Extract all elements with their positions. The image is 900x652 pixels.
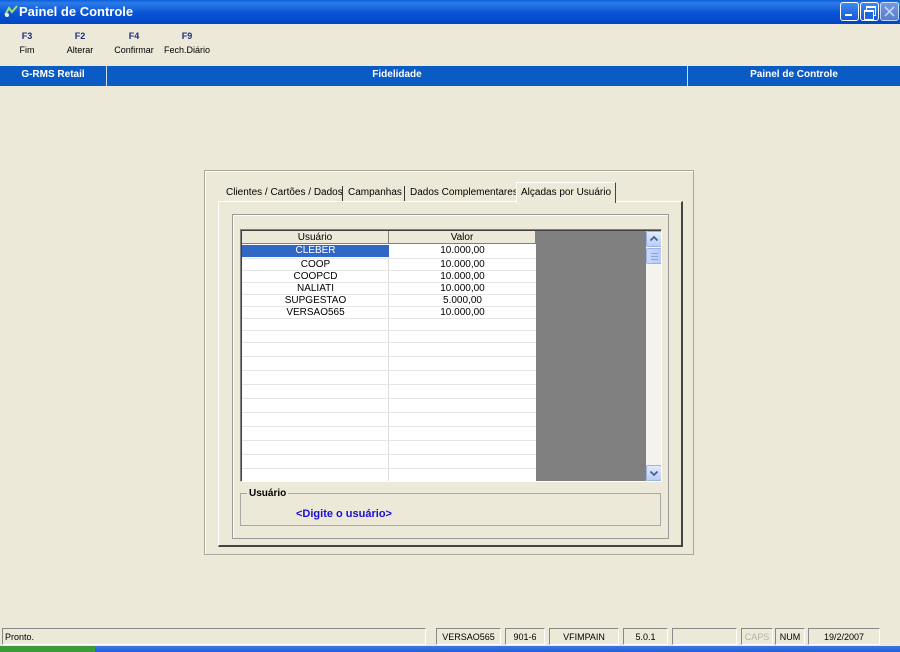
- function-key-toolbar: F3 Fim F2 Alterar F4 Confirmar F9 Fech.D…: [0, 24, 900, 66]
- table-row[interactable]: COOP 10.000,00: [242, 259, 536, 271]
- chevron-down-icon: [649, 470, 659, 477]
- cell-usuario[interactable]: COOPCD: [242, 271, 389, 283]
- cell-valor[interactable]: 10.000,00: [389, 307, 536, 319]
- table-row[interactable]: CLEBER 10.000,00: [242, 245, 536, 257]
- grid-vertical-scrollbar[interactable]: [646, 231, 661, 481]
- restore-button[interactable]: [860, 2, 879, 21]
- f3-action-label: Fim: [19, 45, 35, 55]
- minimize-button[interactable]: [840, 2, 859, 21]
- table-row[interactable]: COOPCD 10.000,00: [242, 271, 536, 283]
- f2-alterar-button[interactable]: F2 Alterar: [64, 31, 96, 55]
- status-empty: [672, 628, 737, 645]
- status-version: 5.0.1: [623, 628, 668, 645]
- f3-key-label: F3: [21, 31, 33, 41]
- scroll-up-button[interactable]: [646, 231, 661, 247]
- table-row[interactable]: NALIATI 10.000,00: [242, 283, 536, 295]
- cell-valor[interactable]: 10.000,00: [389, 271, 536, 283]
- column-header-usuario[interactable]: Usuário: [242, 231, 389, 244]
- table-row[interactable]: VERSAO565 10.000,00: [242, 307, 536, 319]
- taskbar: [0, 646, 900, 652]
- cell-usuario[interactable]: SUPGESTAO: [242, 295, 389, 307]
- f2-action-label: Alterar: [66, 45, 94, 55]
- f2-key-label: F2: [74, 31, 86, 41]
- f4-confirmar-button[interactable]: F4 Confirmar: [111, 31, 157, 55]
- cell-valor[interactable]: 5.000,00: [389, 295, 536, 307]
- tab-dados-complementares[interactable]: Dados Complementares: [410, 184, 518, 202]
- alcadas-grid[interactable]: Usuário Valor CLEBER 10.000,00 COOP 10.0…: [240, 229, 662, 482]
- tab-alcadas-por-usuario[interactable]: Alçadas por Usuário: [516, 182, 617, 203]
- f3-fim-button[interactable]: F3 Fim: [17, 31, 37, 55]
- minimize-icon: [845, 14, 852, 16]
- cell-valor[interactable]: 10.000,00: [389, 259, 536, 271]
- cell-usuario[interactable]: NALIATI: [242, 283, 389, 295]
- status-num: NUM: [775, 628, 805, 645]
- start-button[interactable]: [0, 646, 95, 652]
- header-screen: Painel de Controle: [750, 69, 838, 80]
- status-bar: Pronto. VERSAO565 901-6 VFIMPAIN 5.0.1 C…: [0, 626, 900, 646]
- header-module: Fidelidade: [372, 69, 422, 80]
- app-icon: [4, 5, 18, 17]
- close-button[interactable]: [880, 2, 899, 21]
- tab-campanhas[interactable]: Campanhas: [348, 184, 402, 202]
- f9-action-label: Fech.Diário: [163, 45, 210, 55]
- user-groupbox-label: Usuário: [247, 488, 289, 499]
- scroll-thumb[interactable]: [646, 248, 661, 264]
- status-message: Pronto.: [2, 628, 426, 645]
- f4-action-label: Confirmar: [114, 45, 154, 55]
- status-store: 901-6: [505, 628, 545, 645]
- grid-header: Usuário Valor: [242, 231, 536, 245]
- user-input[interactable]: <Digite o usuário>: [296, 508, 392, 520]
- f4-key-label: F4: [128, 31, 140, 41]
- header-app-name: G-RMS Retail: [21, 69, 85, 80]
- cell-usuario[interactable]: CLEBER: [242, 245, 389, 257]
- cell-usuario[interactable]: COOP: [242, 259, 389, 271]
- scroll-down-button[interactable]: [646, 465, 661, 481]
- cell-valor[interactable]: 10.000,00: [389, 283, 536, 295]
- cell-valor[interactable]: 10.000,00: [389, 245, 536, 257]
- f9-fech-diario-button[interactable]: F9 Fech.Diário: [162, 31, 212, 55]
- chevron-up-icon: [649, 235, 659, 242]
- f9-key-label: F9: [181, 31, 193, 41]
- tab-clientes-cartoes-dados[interactable]: Clientes / Cartões / Dados: [226, 184, 343, 202]
- header-band: G-RMS Retail Fidelidade Painel de Contro…: [0, 66, 900, 86]
- cell-usuario[interactable]: VERSAO565: [242, 307, 389, 319]
- close-icon: [884, 6, 895, 17]
- window-title: Painel de Controle: [19, 4, 134, 19]
- status-program: VFIMPAIN: [549, 628, 619, 645]
- table-row[interactable]: SUPGESTAO 5.000,00: [242, 295, 536, 307]
- column-header-valor[interactable]: Valor: [389, 231, 536, 244]
- status-date: 19/2/2007: [808, 628, 880, 645]
- window-titlebar: Painel de Controle: [0, 0, 900, 24]
- status-caps: CAPS: [741, 628, 773, 645]
- status-user: VERSAO565: [436, 628, 501, 645]
